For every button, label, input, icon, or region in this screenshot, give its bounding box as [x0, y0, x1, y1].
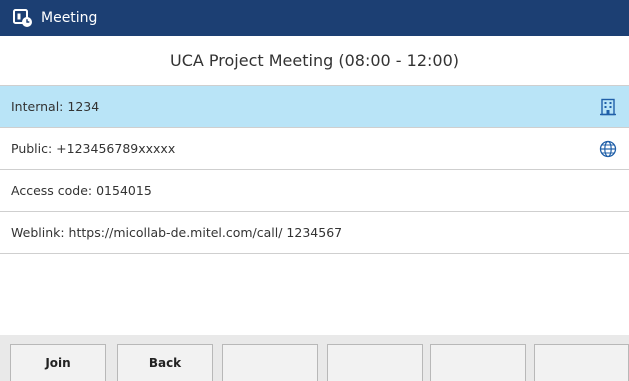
- back-button[interactable]: Back: [117, 344, 213, 381]
- meeting-app-icon: [13, 9, 32, 27]
- meeting-details-list: Internal: 1234 Public: +123456789xxxxx A…: [0, 86, 629, 254]
- detail-row-internal[interactable]: Internal: 1234: [0, 86, 629, 128]
- detail-row-label: Public: +123456789xxxxx: [11, 141, 176, 156]
- softkey-3[interactable]: [222, 344, 318, 381]
- detail-row-public[interactable]: Public: +123456789xxxxx: [0, 128, 629, 170]
- join-button[interactable]: Join: [10, 344, 106, 381]
- detail-row-access-code[interactable]: Access code: 0154015: [0, 170, 629, 212]
- title-bar: Meeting: [0, 0, 629, 36]
- softkey-bar: Join Back: [0, 335, 629, 381]
- detail-row-label: Access code: 0154015: [11, 183, 152, 198]
- softkey-6[interactable]: [534, 344, 629, 381]
- detail-row-weblink[interactable]: Weblink: https://micollab-de.mitel.com/c…: [0, 212, 629, 254]
- detail-row-label: Internal: 1234: [11, 99, 100, 114]
- meeting-title: UCA Project Meeting (08:00 - 12:00): [0, 36, 629, 86]
- building-icon: [598, 97, 618, 117]
- globe-icon: [598, 139, 618, 159]
- detail-row-label: Weblink: https://micollab-de.mitel.com/c…: [11, 225, 343, 240]
- softkey-5[interactable]: [430, 344, 526, 381]
- softkey-4[interactable]: [327, 344, 423, 381]
- app-title: Meeting: [41, 10, 98, 26]
